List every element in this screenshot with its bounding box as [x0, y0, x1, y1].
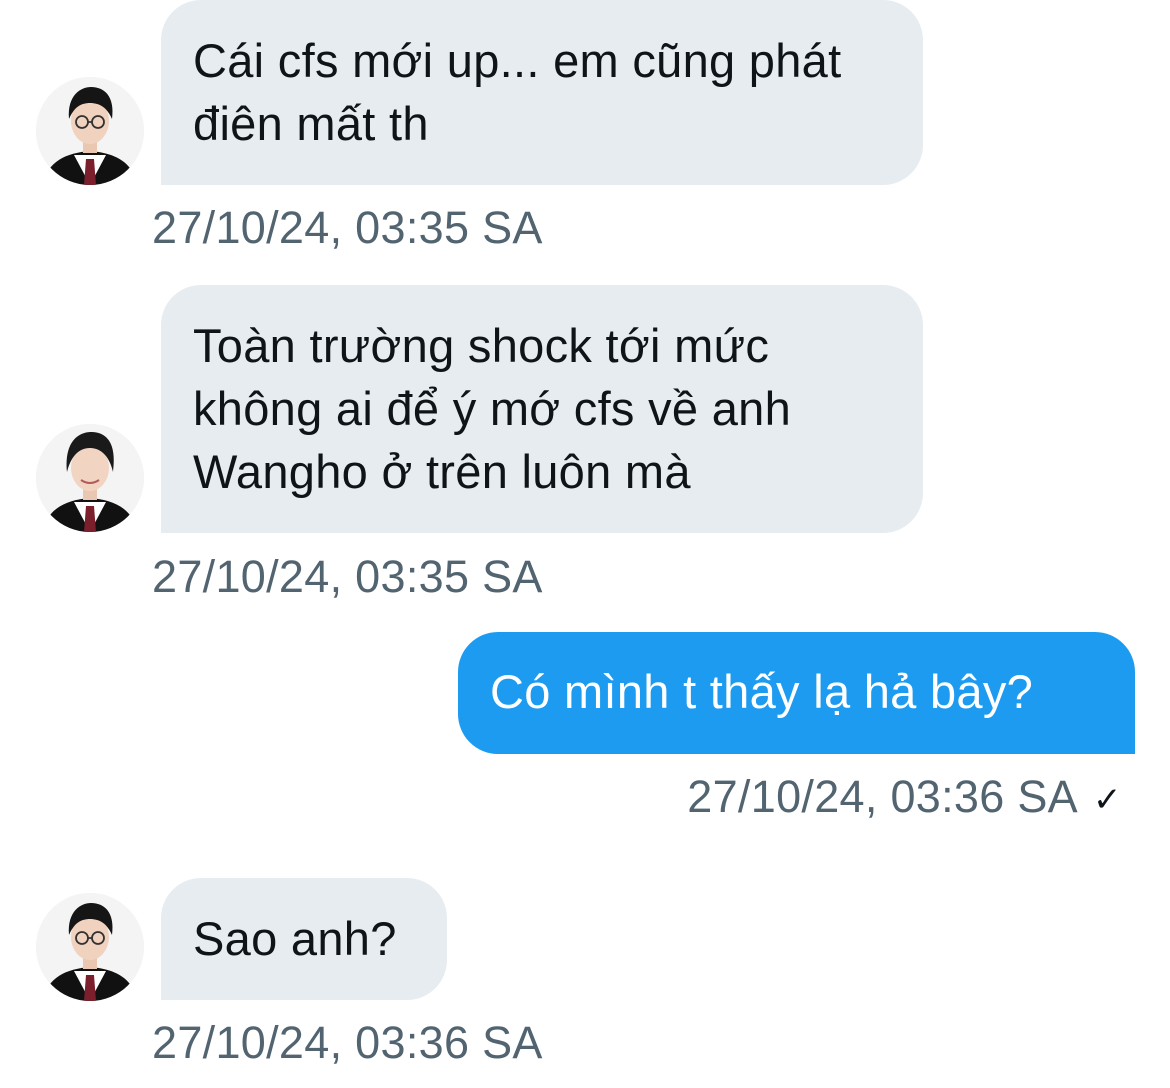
checkmark-icon: ✓ [1093, 781, 1122, 819]
user-avatar-icon [36, 893, 144, 1001]
message-bubble-incoming[interactable]: Cái cfs mới up... em cũng phát điên mất … [161, 0, 923, 185]
message-bubble-incoming[interactable]: Toàn trường shock tới mức không ai để ý … [161, 285, 923, 533]
message-bubble-incoming[interactable]: Sao anh? [161, 878, 447, 1000]
message-timestamp: 27/10/24, 03:35 SA [152, 202, 543, 253]
message-timestamp: 27/10/24, 03:36 SA [687, 771, 1078, 822]
message-text: Cái cfs mới up... em cũng phát điên mất … [193, 34, 842, 150]
message-timestamp: 27/10/24, 03:35 SA [152, 551, 543, 602]
sender-avatar[interactable] [36, 77, 144, 185]
user-avatar-icon [36, 77, 144, 185]
message-timestamp: 27/10/24, 03:36 SA [152, 1017, 543, 1068]
sender-avatar[interactable] [36, 424, 144, 532]
message-bubble-outgoing[interactable]: Có mình t thấy lạ hả bây? [458, 632, 1135, 754]
message-text: Sao anh? [193, 912, 397, 965]
message-text: Toàn trường shock tới mức không ai để ý … [193, 319, 792, 498]
message-text: Có mình t thấy lạ hả bây? [490, 665, 1034, 718]
user-avatar-icon [36, 424, 144, 532]
sender-avatar[interactable] [36, 893, 144, 1001]
